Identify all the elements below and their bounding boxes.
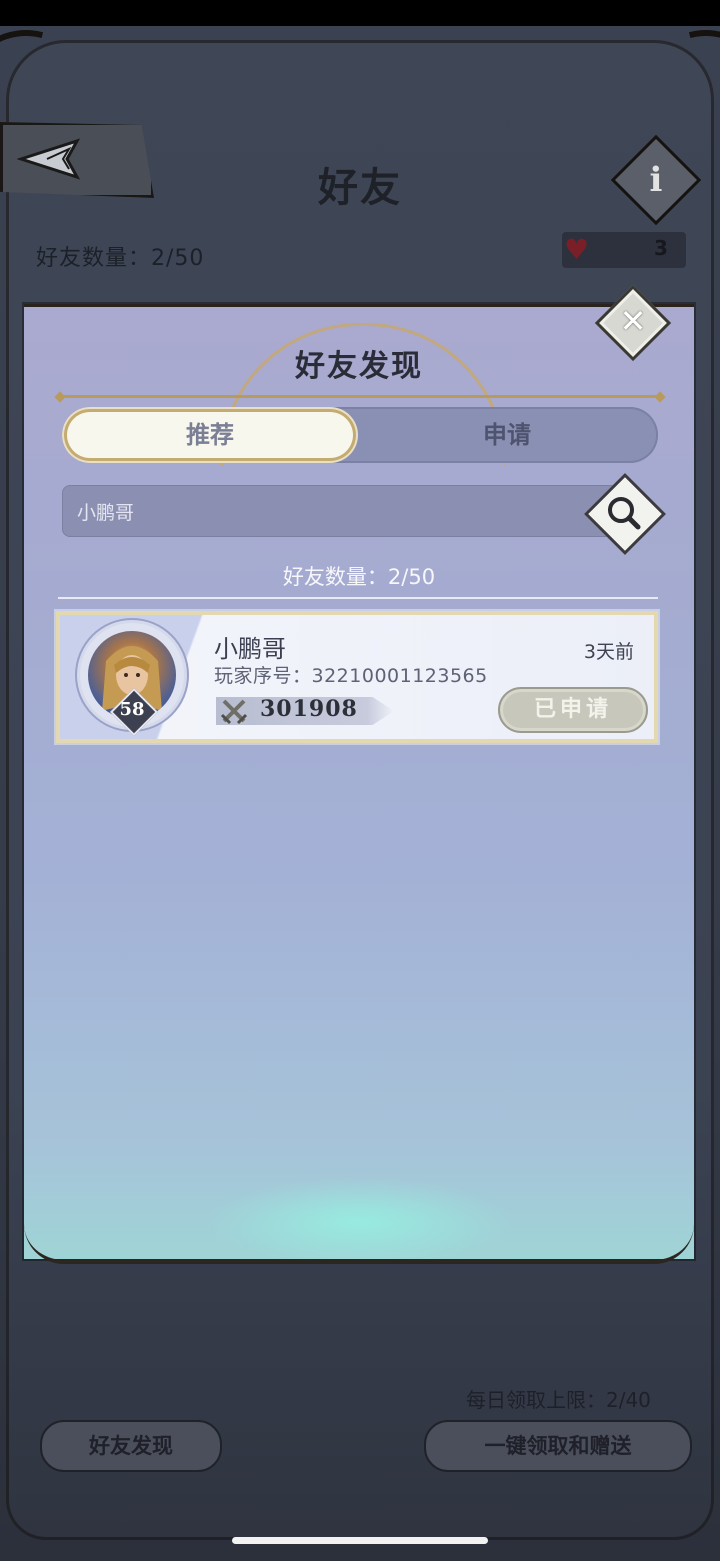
power-swords-icon bbox=[220, 699, 248, 725]
title-divider bbox=[60, 395, 660, 398]
friend-count-label: 好友数量：2/50 bbox=[36, 246, 205, 271]
daily-limit-label: 每日领取上限：2/40 bbox=[466, 1388, 651, 1412]
player-name: 小鹏哥 bbox=[214, 635, 286, 663]
modal-friend-count: 好友数量：2/50 bbox=[282, 565, 436, 589]
search-icon bbox=[608, 497, 641, 530]
status-bar bbox=[0, 0, 720, 26]
player-id: 玩家序号：32210001123565 bbox=[214, 665, 488, 687]
friend-discover-modal: 好友发现 推荐 申请 好友数量：2/50 58 小鹏哥 玩家序号：3221000… bbox=[24, 304, 694, 1259]
page-title: 好友 bbox=[318, 165, 402, 211]
heart-count: 3 bbox=[654, 236, 668, 260]
close-icon: ✕ bbox=[619, 302, 647, 340]
count-divider bbox=[58, 597, 658, 599]
home-indicator[interactable] bbox=[232, 1537, 488, 1544]
friend-discover-button[interactable]: 好友发现 bbox=[40, 1420, 222, 1472]
heart-icon: ♥ bbox=[564, 233, 590, 266]
divider-ornament bbox=[654, 391, 666, 403]
back-button[interactable] bbox=[0, 122, 154, 198]
info-icon: i bbox=[649, 160, 663, 200]
power-value: 301908 bbox=[260, 696, 358, 722]
modal-title: 好友发现 bbox=[295, 349, 423, 384]
divider-ornament bbox=[54, 391, 66, 403]
applied-button[interactable]: 已申请 bbox=[498, 687, 648, 733]
back-arrow-icon bbox=[17, 138, 81, 180]
claim-and-send-all-button[interactable]: 一键领取和赠送 bbox=[424, 1420, 692, 1472]
modal-bottom-ornament bbox=[24, 1160, 694, 1264]
last-online-time: 3天前 bbox=[583, 641, 634, 663]
tab-apply[interactable]: 申请 bbox=[358, 409, 656, 461]
player-level: 58 bbox=[119, 699, 145, 720]
tab-recommend[interactable]: 推荐 bbox=[64, 409, 356, 461]
search-input[interactable] bbox=[62, 485, 624, 537]
